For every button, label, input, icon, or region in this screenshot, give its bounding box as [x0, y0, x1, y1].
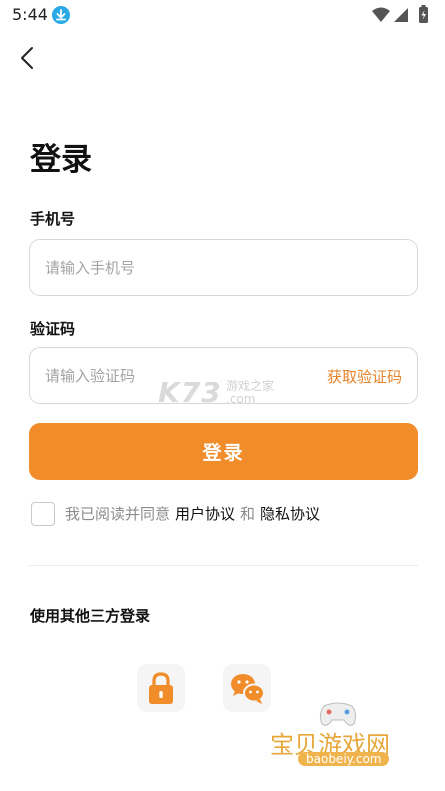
wechat-login-button[interactable]: [223, 664, 271, 712]
wifi-icon: [372, 7, 390, 22]
lock-login-button[interactable]: [137, 664, 185, 712]
lock-icon: [149, 672, 173, 704]
status-icons: [371, 5, 433, 29]
back-button[interactable]: [12, 42, 44, 74]
download-icon: [52, 6, 70, 24]
status-bar: 5:44: [0, 0, 445, 30]
code-input-box[interactable]: 获取验证码: [29, 347, 418, 404]
phone-input[interactable]: [45, 240, 400, 295]
phone-label: 手机号: [30, 210, 76, 228]
page-title: 登录: [30, 142, 92, 178]
k73-watermark: K73: [158, 376, 222, 409]
agreement-prefix: 我已阅读并同意: [65, 505, 171, 523]
code-label: 验证码: [30, 320, 76, 338]
agreement-checkbox[interactable]: [31, 501, 55, 526]
wechat-icon: [231, 674, 265, 704]
login-button[interactable]: 登录: [29, 423, 418, 480]
chevron-left-icon: [21, 47, 33, 69]
baobei-watermark: 宝贝游戏网 baobeiy.com: [270, 700, 420, 784]
agreement-row: 我已阅读并同意 用户协议 和 隐私协议: [31, 501, 325, 526]
battery-icon: [419, 5, 428, 23]
status-time: 5:44: [12, 5, 48, 24]
divider: [29, 565, 418, 566]
phone-input-box[interactable]: [29, 239, 418, 296]
third-party-title: 使用其他三方登录: [30, 607, 151, 625]
k73-watermark-sub: 游戏之家 .com: [226, 380, 274, 406]
signal-icon: [394, 8, 408, 22]
agreement-conjunction: 和: [240, 505, 256, 523]
baobei-watermark-url: baobeiy.com: [298, 752, 390, 766]
k73-watermark-line2: .com: [226, 392, 256, 406]
privacy-policy-link[interactable]: 隐私协议: [260, 503, 320, 524]
user-agreement-link[interactable]: 用户协议: [175, 503, 235, 524]
get-code-button[interactable]: 获取验证码: [327, 366, 402, 387]
